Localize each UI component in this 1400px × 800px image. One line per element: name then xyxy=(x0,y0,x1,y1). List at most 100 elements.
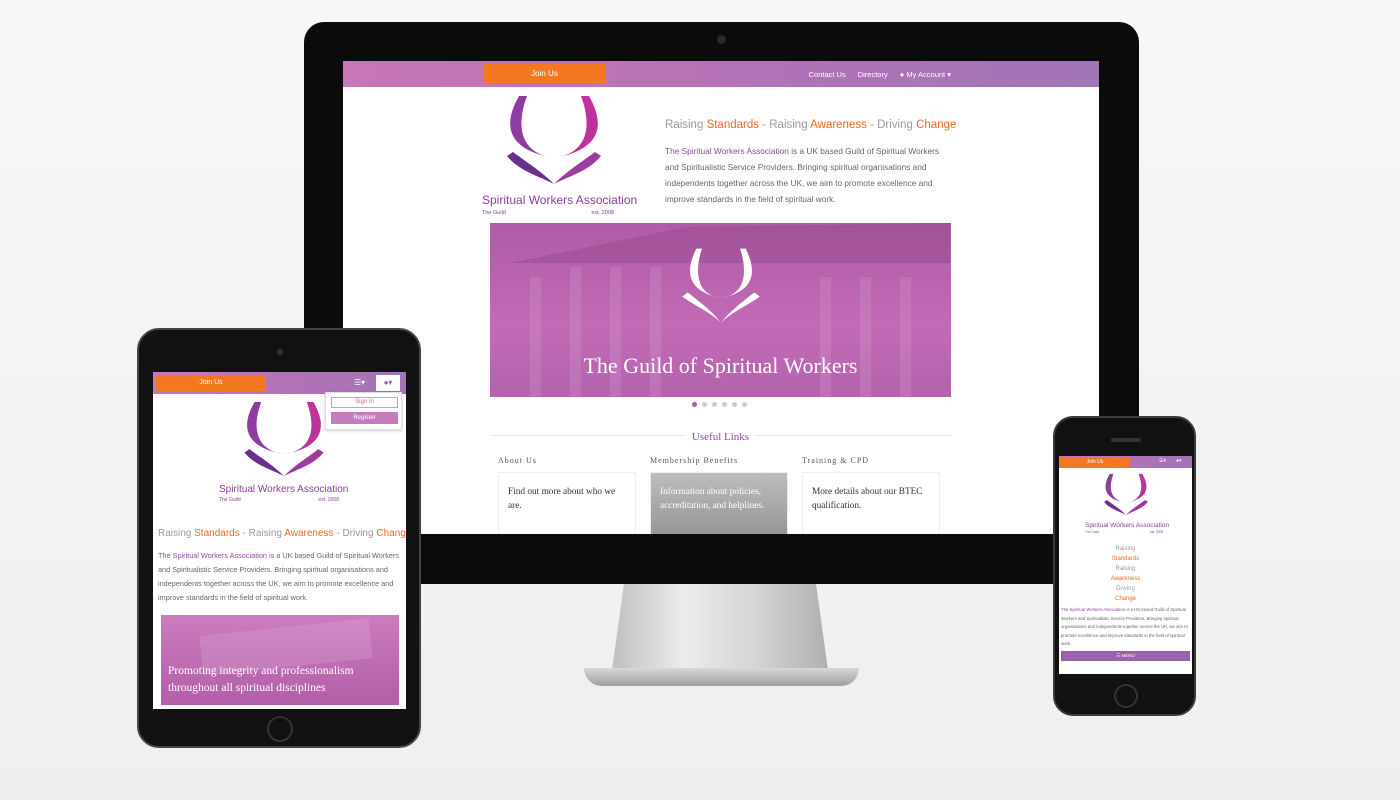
site-logo[interactable]: Spiritual Workers Association The Guild … xyxy=(479,96,637,226)
card-membership-benefits[interactable]: Membership Benefits Information about po… xyxy=(650,456,788,534)
tagline-word: Raising xyxy=(158,528,192,539)
tagline-highlight: Awareness xyxy=(1110,576,1141,582)
guild-emblem-icon xyxy=(507,96,601,184)
user-icon: ● xyxy=(899,69,905,79)
my-account-menu[interactable]: ● My Account ▾ xyxy=(900,70,951,79)
my-account-label: My Account xyxy=(906,69,946,79)
site-logo[interactable]: Spiritual Workers Association The Guild … xyxy=(1085,472,1169,534)
site-logo[interactable]: Spiritual Workers Association The Guild … xyxy=(219,402,349,506)
tagline-highlight: Change xyxy=(376,528,406,539)
user-menu-icon[interactable]: ●▾ xyxy=(1176,458,1182,464)
logo-name: Spiritual Workers Association xyxy=(1085,522,1170,529)
hero-banner: Promoting integrity and professionalism … xyxy=(161,615,399,705)
join-us-button[interactable]: Join Us xyxy=(1060,457,1130,467)
card-heading: Membership Benefits xyxy=(650,456,739,465)
tagline-highlight: Change xyxy=(1114,596,1137,602)
tagline-word: Raising xyxy=(769,119,808,131)
menu-icon: ☰ xyxy=(1116,653,1121,658)
nav-links: Contact Us Directory ● My Account ▾ xyxy=(809,61,951,87)
tagline-separator: - xyxy=(762,119,767,131)
association-link[interactable]: The Spiritual Workers Association xyxy=(665,146,789,156)
card-heading: About Us xyxy=(498,456,537,465)
hamburger-menu-icon[interactable]: ☰▾ xyxy=(354,378,365,387)
tablet-device: Join Us ☰▾ ●▾ Sign In Register Spiritual… xyxy=(137,328,421,748)
logo-est-text: est. 2008 xyxy=(591,210,614,216)
tagline-separator: - xyxy=(336,528,340,539)
card-body: More details about our BTEC qualificatio… xyxy=(802,472,940,534)
tagline-word: Raising xyxy=(1115,546,1136,552)
tagline: Raising Standards - Raising Awareness - … xyxy=(665,119,956,131)
slider-dot[interactable] xyxy=(702,402,707,407)
webcam-dot xyxy=(717,35,726,44)
guild-emblem-icon xyxy=(244,402,324,477)
mobile-menu-button[interactable]: ☰ MENU xyxy=(1061,651,1190,661)
hero-emblem-icon xyxy=(682,248,760,323)
tagline-word: Raising xyxy=(665,119,704,131)
logo-est-text: est. 2008 xyxy=(318,497,339,503)
join-us-button[interactable]: Join Us xyxy=(483,64,606,83)
hamburger-menu-icon[interactable]: ☰▾ xyxy=(1159,458,1166,464)
logo-subtitle: The Guild est. 2008 xyxy=(1085,530,1163,534)
useful-links-header: Useful Links xyxy=(490,427,951,443)
tablet-camera xyxy=(277,349,283,355)
tablet-screen: Join Us ☰▾ ●▾ Sign In Register Spiritual… xyxy=(153,372,406,709)
logo-subtitle: The Guild est. 2008 xyxy=(482,210,622,216)
phone-screen: Join Us ☰▾ ●▾ Spiritual Workers Associat… xyxy=(1059,456,1192,674)
logo-est-text: est. 2008 xyxy=(1149,530,1163,534)
tagline: Raising Standards Raising Awareness Driv… xyxy=(1059,544,1192,604)
monitor-stand-base xyxy=(584,668,859,686)
card-training-cpd[interactable]: Training & CPD More details about our BT… xyxy=(802,456,940,534)
tagline-separator: - xyxy=(870,119,874,131)
hero-title: The Guild of Spiritual Workers xyxy=(583,353,858,378)
tagline-highlight: Awareness xyxy=(810,119,867,131)
phone-navbar: Join Us ☰▾ ●▾ xyxy=(1059,456,1192,468)
phone-device: Join Us ☰▾ ●▾ Spiritual Workers Associat… xyxy=(1053,416,1196,716)
tagline-word: Driving xyxy=(1116,586,1135,592)
intro-paragraph: The Spiritual Workers Association is a U… xyxy=(158,549,404,605)
directory-link[interactable]: Directory xyxy=(858,70,888,79)
hero-title: Promoting integrity and professionalism … xyxy=(168,665,354,694)
tagline-highlight: Standards xyxy=(706,119,759,131)
card-heading: Training & CPD xyxy=(802,456,870,465)
user-menu-icon[interactable]: ●▾ xyxy=(376,375,400,391)
slider-dot[interactable] xyxy=(692,402,697,407)
tablet-navbar: Join Us ☰▾ ●▾ xyxy=(153,372,406,394)
association-link[interactable]: The Spiritual Workers Association xyxy=(158,551,267,560)
slider-dot[interactable] xyxy=(742,402,747,407)
logo-guild-text: The Guild xyxy=(1085,530,1099,534)
logo-guild-text: The Guild xyxy=(482,210,506,216)
logo-subtitle: The Guild est. 2008 xyxy=(219,497,341,503)
logo-name: Spiritual Workers Association xyxy=(482,193,638,207)
slider-dot[interactable] xyxy=(722,402,727,407)
card-about-us[interactable]: About Us Find out more about who we are. xyxy=(498,456,636,534)
slider-dot[interactable] xyxy=(712,402,717,407)
phone-speaker xyxy=(1111,438,1141,442)
slider-dot[interactable] xyxy=(732,402,737,407)
menu-label: MENU xyxy=(1121,653,1135,658)
logo-name: Spiritual Workers Association xyxy=(219,484,349,495)
tagline-highlight: Standards xyxy=(1111,556,1140,562)
hero-pillar xyxy=(820,277,831,397)
monitor-chin xyxy=(304,534,1139,584)
slider-dots xyxy=(692,402,747,407)
tagline-highlight: Standards xyxy=(194,528,240,539)
tagline-word: Raising xyxy=(1115,566,1136,572)
hero-pillar xyxy=(530,277,541,397)
hero-pillar xyxy=(900,277,911,397)
intro-paragraph: The Spiritual Workers Association is a U… xyxy=(665,143,950,207)
desktop-screen: Join Us Contact Us Directory ● My Accoun… xyxy=(343,61,1099,534)
guild-emblem-icon xyxy=(1104,473,1148,515)
card-body: Information about policies, accreditatio… xyxy=(650,472,788,534)
hero-slider[interactable]: The Guild of Spiritual Workers xyxy=(490,223,951,397)
tagline-highlight: Change xyxy=(916,119,957,131)
tagline: Raising Standards - Raising Awareness - … xyxy=(158,528,406,539)
logo-guild-text: The Guild xyxy=(219,497,241,503)
join-us-button[interactable]: Join Us xyxy=(156,375,266,391)
tagline-word: Driving xyxy=(877,119,913,131)
tablet-home-button xyxy=(267,716,293,742)
card-body: Find out more about who we are. xyxy=(498,472,636,534)
association-link[interactable]: The Spiritual Workers Association xyxy=(1061,607,1125,612)
tagline-highlight: Awareness xyxy=(284,528,334,539)
contact-us-link[interactable]: Contact Us xyxy=(809,70,846,79)
tagline-word: Driving xyxy=(342,528,374,539)
